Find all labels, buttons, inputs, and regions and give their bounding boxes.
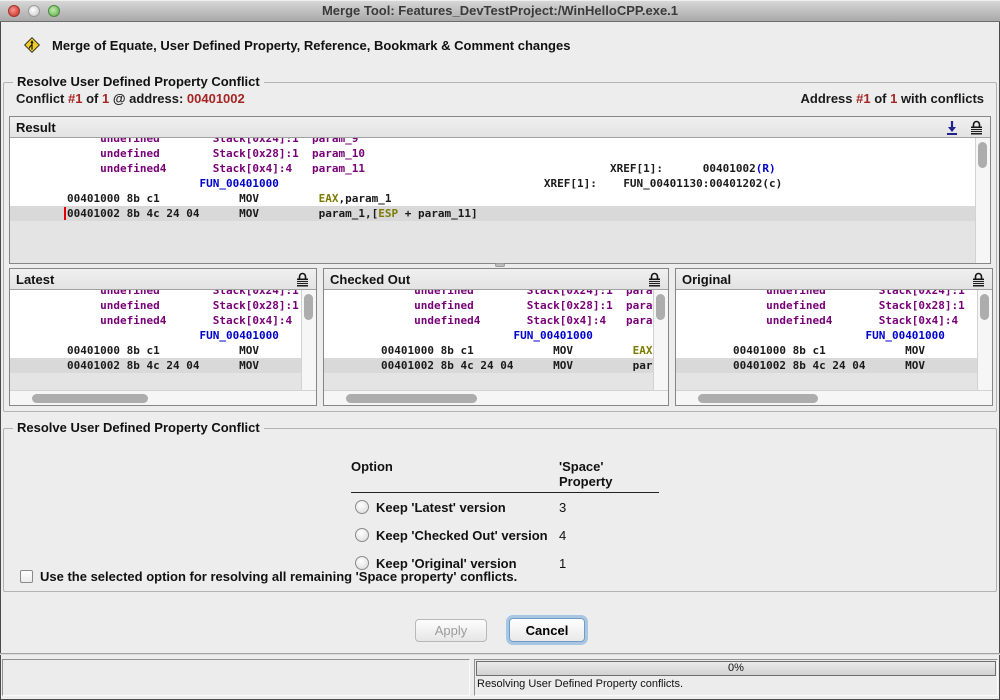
- lock-icon: [970, 271, 986, 287]
- option-column-header: Option: [351, 459, 559, 493]
- scrollbar-thumb[interactable]: [32, 394, 148, 403]
- listing-line[interactable]: undefined Stack[0x28]:1 param_10: [676, 298, 977, 313]
- statusbar-divider: [0, 653, 1000, 655]
- window-title: Merge Tool: Features_DevTestProject:/Win…: [0, 3, 1000, 18]
- result-listing[interactable]: undefined Stack[0x24]:1 param_9 undefine…: [10, 138, 975, 263]
- lock-icon: [294, 271, 310, 287]
- original-panel-header: Original: [676, 269, 992, 290]
- latest-horizontal-scrollbar[interactable]: [10, 390, 316, 405]
- checked-out-listing[interactable]: undefined Stack[0x24]:1 param_9 undefine…: [324, 290, 653, 390]
- scrollbar-thumb[interactable]: [304, 294, 313, 320]
- latest-panel: Latest undefined Stack[0x24]:1 param_9 u…: [9, 268, 317, 406]
- goto-conflict-icon[interactable]: [944, 119, 960, 135]
- radio-keep-checked-out[interactable]: [355, 528, 369, 542]
- checked-out-horizontal-scrollbar[interactable]: [324, 390, 668, 405]
- listing-line[interactable]: undefined Stack[0x28]:1 param_10: [10, 298, 301, 313]
- merge-banner: Merge of Equate, User Defined Property, …: [16, 34, 570, 56]
- option-row-latest[interactable]: Keep 'Latest' version 3: [351, 493, 659, 521]
- property-column-header: 'Space' Property: [559, 459, 659, 493]
- resolve-group-title: Resolve User Defined Property Conflict: [13, 420, 264, 435]
- listing-line[interactable]: 00401000 8b c1 MOV EAX,param_1: [676, 343, 977, 358]
- use-for-all-row[interactable]: Use the selected option for resolving al…: [20, 569, 517, 584]
- listing-line[interactable]: undefined Stack[0x24]:1 param_9: [676, 290, 977, 298]
- progress-message: Resolving User Defined Property conflict…: [477, 678, 683, 690]
- listing-line[interactable]: undefined Stack[0x28]:1 param_10: [324, 298, 653, 313]
- lock-icon: [968, 119, 984, 135]
- listing-line[interactable]: undefined4 Stack[0x4]:4 param_11 XREF[1]…: [676, 313, 977, 328]
- resolve-options-group: Resolve User Defined Property Conflict O…: [3, 428, 997, 592]
- option-row-checked-out[interactable]: Keep 'Checked Out' version 4: [351, 521, 659, 549]
- radio-label[interactable]: Keep 'Latest' version: [376, 500, 506, 515]
- merge-sign-icon: [24, 37, 40, 53]
- options-table: Option 'Space' Property Keep 'Latest' ve…: [351, 459, 659, 577]
- listing-line[interactable]: 00401000 8b c1 MOV EAX,param_1: [324, 343, 653, 358]
- checked-out-panel-header: Checked Out: [324, 269, 668, 290]
- listing-line[interactable]: 00401002 8b 4c 24 04 MOV param_1,[ESP + …: [10, 358, 301, 373]
- statusbar-progress-panel: 0% Resolving User Defined Property confl…: [474, 659, 998, 696]
- listing-line[interactable]: FUN_00401000 XREF[1]: FUN_00401130:00401…: [676, 328, 977, 343]
- use-for-all-label[interactable]: Use the selected option for resolving al…: [40, 569, 517, 584]
- scrollbar-thumb[interactable]: [656, 294, 665, 320]
- result-panel-title: Result: [16, 120, 56, 135]
- address-counter: Address #1 of 1 with conflicts: [800, 91, 984, 107]
- use-for-all-checkbox[interactable]: [20, 570, 33, 583]
- scrollbar-thumb[interactable]: [346, 394, 477, 403]
- latest-vertical-scrollbar[interactable]: [301, 290, 316, 390]
- conflict-viewer-group: Resolve User Defined Property Conflict C…: [3, 82, 997, 412]
- radio-keep-original[interactable]: [355, 556, 369, 570]
- listing-line[interactable]: undefined4 Stack[0x4]:4 param_11 XREF[1]…: [10, 313, 301, 328]
- property-value-checked-out: 4: [559, 528, 659, 543]
- listing-line[interactable]: FUN_00401000 XREF[1]: FUN_00401130:00401…: [10, 176, 975, 191]
- original-panel-title: Original: [682, 272, 731, 287]
- latest-panel-title: Latest: [16, 272, 54, 287]
- checked-out-panel: Checked Out undefined Stack[0x24]:1 para…: [323, 268, 669, 406]
- listing-line[interactable]: undefined4 Stack[0x4]:4 param_11 XREF[1]…: [10, 161, 975, 176]
- merge-banner-text: Merge of Equate, User Defined Property, …: [52, 38, 570, 53]
- scrollbar-thumb[interactable]: [980, 294, 989, 320]
- original-horizontal-scrollbar[interactable]: [676, 390, 992, 405]
- listing-line[interactable]: 00401000 8b c1 MOV EAX,param_1: [10, 343, 301, 358]
- listing-line[interactable]: undefined Stack[0x28]:1 param_10: [10, 146, 975, 161]
- property-value-latest: 3: [559, 500, 659, 515]
- progress-bar: 0%: [476, 661, 996, 676]
- listing-line[interactable]: undefined Stack[0x24]:1 param_9: [324, 290, 653, 298]
- result-panel: Result: [9, 116, 991, 264]
- latest-listing[interactable]: undefined Stack[0x24]:1 param_9 undefine…: [10, 290, 301, 390]
- lock-icon: [646, 271, 662, 287]
- original-vertical-scrollbar[interactable]: [977, 290, 992, 390]
- conflict-counter: Conflict #1 of 1 @ address: 00401002: [16, 91, 245, 107]
- scrollbar-thumb[interactable]: [978, 142, 987, 168]
- conflict-group-title: Resolve User Defined Property Conflict: [13, 74, 264, 89]
- checked-out-vertical-scrollbar[interactable]: [653, 290, 668, 390]
- latest-panel-header: Latest: [10, 269, 316, 290]
- listing-line[interactable]: 00401002 8b 4c 24 04 MOV param_1,[ESP + …: [676, 358, 977, 373]
- button-row: Apply Cancel: [0, 618, 1000, 642]
- listing-line[interactable]: FUN_00401000 XREF[1]: FUN_00401130:00401…: [10, 328, 301, 343]
- property-value-original: 1: [559, 556, 659, 571]
- cancel-button[interactable]: Cancel: [509, 618, 585, 642]
- splitpane-grip[interactable]: [495, 263, 505, 267]
- radio-keep-latest[interactable]: [355, 500, 369, 514]
- listing-line[interactable]: undefined4 Stack[0x4]:4 param_11 XREF[1]…: [324, 313, 653, 328]
- checked-out-panel-title: Checked Out: [330, 272, 410, 287]
- listing-line[interactable]: 00401002 8b 4c 24 04 MOV param_1,[ESP + …: [10, 206, 975, 221]
- listing-line[interactable]: 00401002 8b 4c 24 04 MOV param_1,[ESP + …: [324, 358, 653, 373]
- radio-label[interactable]: Keep 'Checked Out' version: [376, 528, 548, 543]
- original-listing[interactable]: undefined Stack[0x24]:1 param_9 undefine…: [676, 290, 977, 390]
- listing-line[interactable]: 00401000 8b c1 MOV EAX,param_1: [10, 191, 975, 206]
- listing-line[interactable]: undefined Stack[0x24]:1 param_9: [10, 138, 975, 146]
- titlebar: Merge Tool: Features_DevTestProject:/Win…: [0, 0, 1000, 22]
- scrollbar-thumb[interactable]: [698, 394, 818, 403]
- result-panel-header: Result: [10, 117, 990, 138]
- cursor-caret: [64, 207, 66, 220]
- result-vertical-scrollbar[interactable]: [975, 138, 990, 263]
- listing-line[interactable]: undefined Stack[0x24]:1 param_9: [10, 290, 301, 298]
- original-panel: Original undefined Stack[0x24]:1 param_9…: [675, 268, 993, 406]
- merge-tool-window: Merge Tool: Features_DevTestProject:/Win…: [0, 0, 1000, 700]
- statusbar-message-panel: [2, 659, 470, 696]
- apply-button[interactable]: Apply: [415, 619, 487, 642]
- conflict-info-line: Conflict #1 of 1 @ address: 00401002 Add…: [16, 91, 984, 107]
- listing-line[interactable]: FUN_00401000 XREF[1]: FUN_00401130:00401…: [324, 328, 653, 343]
